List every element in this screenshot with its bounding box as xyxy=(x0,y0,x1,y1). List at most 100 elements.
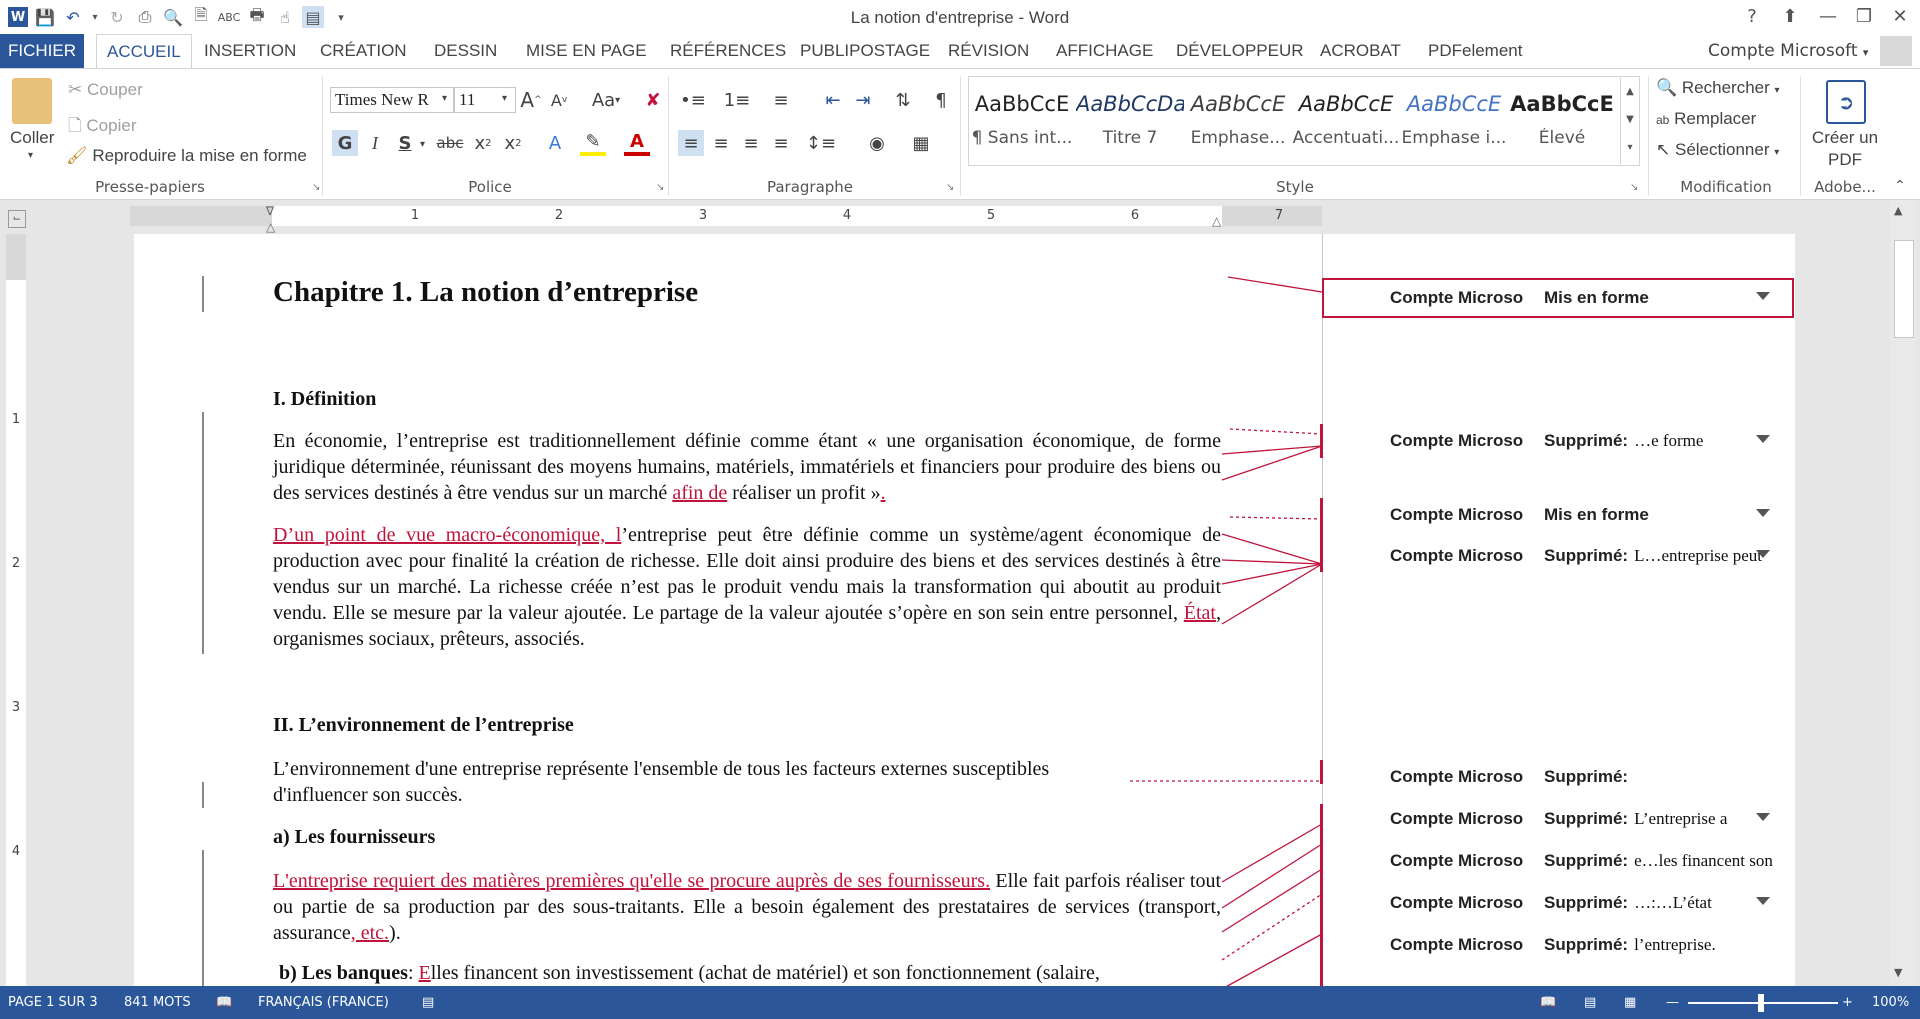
help-icon[interactable]: ? xyxy=(1734,2,1770,30)
word-count[interactable]: 841 MOTS xyxy=(124,986,191,1019)
balloon-formatted-1[interactable]: Compte Microso Mis en forme xyxy=(1390,288,1784,310)
line-spacing-icon[interactable]: ↕≡ xyxy=(806,130,836,156)
cut-button[interactable]: ✂ Couper xyxy=(68,80,143,100)
zoom-level[interactable]: 100% xyxy=(1872,986,1909,1019)
align-center-icon[interactable]: ≡ xyxy=(708,130,734,156)
balloon-deleted-5[interactable]: Compte Microso Supprimé: e…les financent s… xyxy=(1390,851,1784,873)
style-heading-7[interactable]: AaBbCcDa Titre 7 xyxy=(1076,82,1184,166)
multilevel-list-icon[interactable]: ≡ xyxy=(768,87,794,113)
underline-dropdown-icon[interactable]: ▾ xyxy=(420,139,425,150)
undo-icon[interactable]: ↶ xyxy=(62,6,84,28)
highlight-icon[interactable]: ✎ xyxy=(580,130,606,156)
replace-button[interactable]: ab Remplacer xyxy=(1656,109,1756,129)
clipboard-launcher-icon[interactable]: ↘ xyxy=(312,182,320,193)
tab-home[interactable]: ACCUEIL xyxy=(96,34,192,69)
touch-mode-icon[interactable]: ☝ xyxy=(274,6,296,28)
scroll-down-icon[interactable]: ▼ xyxy=(1894,966,1902,979)
shading-icon[interactable]: ◉ xyxy=(864,130,890,156)
strikethrough-button[interactable]: abc xyxy=(434,130,466,156)
increase-indent-icon[interactable]: ⇥ xyxy=(850,87,876,113)
styles-scroll[interactable]: ▲ ▼ ▾ xyxy=(1620,78,1639,164)
show-marks-icon[interactable]: ¶ xyxy=(928,87,954,113)
print-layout-icon[interactable]: ▤ xyxy=(1584,986,1596,1019)
align-left-icon[interactable]: ≡ xyxy=(678,130,704,156)
font-name-dropdown-icon[interactable]: ▾ xyxy=(442,93,447,104)
scroll-thumb[interactable] xyxy=(1894,240,1914,338)
change-case-button[interactable]: Aa ▾ xyxy=(586,87,626,113)
tab-pdfelement[interactable]: PDFelement xyxy=(1418,34,1532,68)
redo-icon[interactable]: ↻ xyxy=(106,6,128,28)
text-effects-icon[interactable]: A xyxy=(542,130,568,156)
zoom-in-icon[interactable]: + xyxy=(1842,986,1853,1019)
vertical-ruler[interactable] xyxy=(6,234,26,986)
balloon-deleted-3[interactable]: Compte Microso Supprimé: xyxy=(1390,767,1784,789)
bullets-icon[interactable]: •≡ xyxy=(680,87,706,113)
font-color-icon[interactable]: A xyxy=(624,130,650,156)
bold-button[interactable]: G xyxy=(332,130,358,156)
paste-button[interactable]: Coller xyxy=(10,128,54,148)
grow-font-icon[interactable]: A ^ xyxy=(518,87,544,113)
tab-layout[interactable]: MISE EN PAGE xyxy=(516,34,657,68)
styles-launcher-icon[interactable]: ↘ xyxy=(1630,182,1638,193)
superscript-icon[interactable]: x2 xyxy=(500,130,526,156)
shrink-font-icon[interactable]: Av xyxy=(546,87,572,113)
decrease-indent-icon[interactable]: ⇤ xyxy=(820,87,846,113)
style-subtle-emphasis[interactable]: AaBbCcE Emphase... xyxy=(1184,82,1292,166)
balloon-deleted-6[interactable]: Compte Microso Supprimé: …:…L’état xyxy=(1390,893,1784,915)
tab-insert[interactable]: INSERTION xyxy=(194,34,306,68)
create-pdf-icon[interactable]: ➲ xyxy=(1826,80,1866,124)
paste-icon[interactable] xyxy=(12,78,52,124)
collapse-ribbon-icon[interactable]: ⌃ xyxy=(1894,178,1906,194)
indent-marker-icon[interactable]: ∇ xyxy=(266,204,274,218)
customize-qat-icon[interactable]: ▾ xyxy=(330,6,352,28)
language-indicator[interactable]: FRANÇAIS (FRANCE) xyxy=(258,986,389,1019)
page-indicator[interactable]: PAGE 1 SUR 3 xyxy=(8,986,98,1019)
save-icon[interactable]: 💾 xyxy=(34,6,56,28)
tab-draw[interactable]: DESSIN xyxy=(424,34,507,68)
hanging-indent-icon[interactable]: △ xyxy=(266,220,275,234)
print-preview-icon[interactable]: 🔍 xyxy=(162,6,184,28)
balloon-formatted-2[interactable]: Compte Microso Mis en forme xyxy=(1390,505,1784,527)
macro-icon[interactable]: ▤ xyxy=(422,986,434,1019)
clear-formatting-icon[interactable]: ✘ xyxy=(640,87,666,113)
avatar[interactable] xyxy=(1880,36,1912,66)
numbering-icon[interactable]: 1≡ xyxy=(724,87,751,113)
subscript-icon[interactable]: x2 xyxy=(470,130,496,156)
style-strong[interactable]: AaBbCcE Élevé xyxy=(1508,82,1616,166)
zoom-slider-thumb[interactable] xyxy=(1758,994,1764,1012)
paragraph-launcher-icon[interactable]: ↘ xyxy=(946,182,954,193)
undo-dropdown-icon[interactable]: ▾ xyxy=(90,6,100,28)
paste-dropdown-icon[interactable]: ▾ xyxy=(28,150,33,161)
right-indent-icon[interactable]: △ xyxy=(1212,214,1221,228)
format-painter-button[interactable]: 🖌 Reproduire la mise en forme xyxy=(66,146,307,166)
find-button[interactable]: 🔍 Rechercher ▾ xyxy=(1656,78,1780,98)
page-setup-icon[interactable]: 🖶 xyxy=(246,5,268,28)
spelling-icon[interactable]: ABC xyxy=(218,6,241,28)
sort-icon[interactable]: ⇅ xyxy=(890,87,916,113)
create-pdf-button[interactable]: Créer un PDF xyxy=(1808,127,1882,171)
style-no-spacing[interactable]: AaBbCcE ¶ Sans int... xyxy=(968,82,1076,166)
justify-icon[interactable]: ≡ xyxy=(768,130,794,156)
style-intense-emphasis[interactable]: AaBbCcE Emphase i... xyxy=(1400,82,1508,166)
balloon-deleted-4[interactable]: Compte Microso Supprimé: L’entreprise a xyxy=(1390,809,1784,831)
tab-file[interactable]: FICHIER xyxy=(0,34,84,68)
tab-review[interactable]: RÉVISION xyxy=(938,34,1039,68)
font-launcher-icon[interactable]: ↘ xyxy=(656,182,664,193)
align-right-icon[interactable]: ≡ xyxy=(738,130,764,156)
underline-button[interactable]: S xyxy=(392,130,418,156)
balloon-deleted-2[interactable]: Compte Microso Supprimé: L…entreprise peut xyxy=(1390,546,1784,568)
maximize-button[interactable]: ❐ xyxy=(1846,2,1882,30)
web-layout-icon[interactable]: ▦ xyxy=(1624,986,1636,1019)
minimize-button[interactable]: — xyxy=(1810,2,1846,30)
account-menu[interactable]: Compte Microsoft ▾ xyxy=(1708,34,1868,70)
select-button[interactable]: ↖ Sélectionner ▾ xyxy=(1656,140,1779,160)
tab-selector-icon[interactable]: ⌙ xyxy=(8,210,26,228)
close-button[interactable]: ✕ xyxy=(1882,2,1918,30)
borders-icon[interactable]: ▦ xyxy=(908,130,934,156)
new-document-icon[interactable]: 🗎 xyxy=(190,5,212,28)
italic-button[interactable]: I xyxy=(362,130,388,156)
copy-button[interactable]: 🗋 Copier xyxy=(68,113,137,142)
print-icon[interactable]: ⎙ xyxy=(134,6,156,28)
font-name-input[interactable]: Times New R xyxy=(330,87,454,113)
tab-design[interactable]: CRÉATION xyxy=(310,34,417,68)
